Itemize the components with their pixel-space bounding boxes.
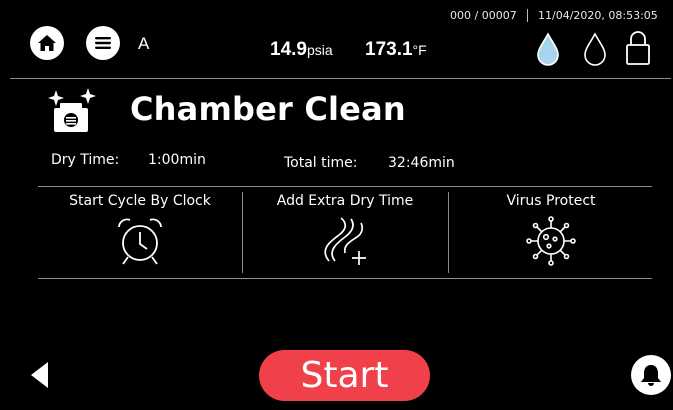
pressure-readout: 14.9psia — [270, 39, 333, 61]
chamber-clean-icon — [48, 88, 96, 132]
option-label: Add Extra Dry Time — [276, 193, 414, 209]
water-drop-filled-icon — [537, 32, 559, 66]
options-bottom-divider — [38, 278, 652, 279]
back-arrow-icon[interactable] — [28, 360, 50, 390]
option-label: Start Cycle By Clock — [69, 193, 211, 209]
virus-icon — [526, 216, 576, 266]
home-icon — [38, 35, 56, 51]
temperature-unit: °F — [412, 42, 427, 58]
pressure-value: 14.9 — [270, 39, 307, 60]
options-top-divider — [38, 186, 652, 187]
dry-time-value: 1:00min — [148, 152, 206, 168]
bell-icon — [641, 365, 661, 386]
alarm-clock-icon — [118, 218, 162, 265]
notifications-button[interactable] — [631, 355, 671, 395]
lock-icon[interactable] — [625, 30, 651, 66]
user-indicator: A — [138, 34, 150, 53]
program-title: Chamber Clean — [130, 90, 406, 128]
total-time-value: 32:46min — [388, 155, 455, 171]
dry-time-label: Dry Time: — [51, 152, 120, 168]
start-button[interactable]: Start — [259, 350, 430, 401]
temperature-readout: 173.1°F — [365, 39, 427, 61]
menu-icon — [95, 37, 111, 49]
pressure-unit: psia — [306, 42, 333, 58]
status-separator — [527, 9, 528, 22]
header-divider — [10, 78, 671, 79]
option-label: Virus Protect — [506, 193, 596, 209]
start-cycle-by-clock-option[interactable]: Start Cycle By Clock — [38, 190, 242, 276]
total-time-label: Total time: — [284, 155, 358, 171]
virus-protect-option[interactable]: Virus Protect — [449, 190, 653, 276]
home-button[interactable] — [30, 26, 64, 60]
temperature-value: 173.1 — [365, 39, 413, 60]
water-drop-outline-icon — [584, 32, 606, 66]
datetime: 11/04/2020, 08:53:05 — [538, 9, 658, 22]
menu-button[interactable] — [86, 26, 120, 60]
add-extra-dry-time-option[interactable]: Add Extra Dry Time — [243, 190, 447, 276]
dry-wind-plus-icon — [324, 217, 366, 265]
cycle-counter: 000 / 00007 — [450, 9, 517, 22]
